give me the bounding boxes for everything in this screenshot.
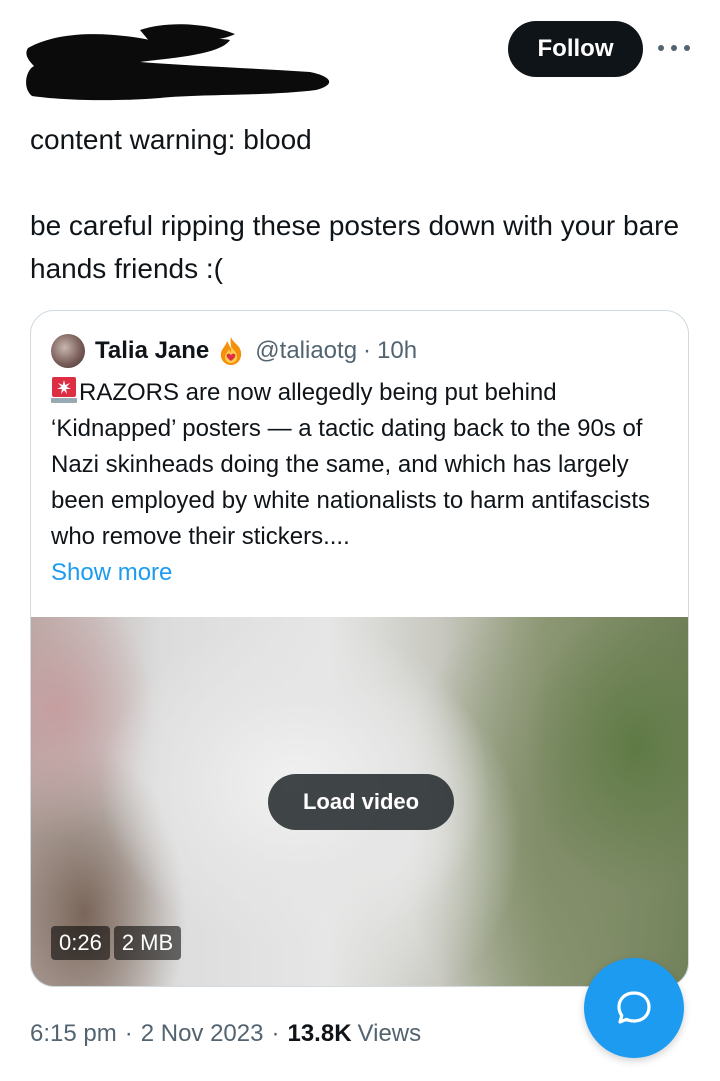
siren-icon xyxy=(51,377,77,403)
video-size-badge: 2 MB xyxy=(113,926,182,960)
views-count: 13.8K xyxy=(287,1020,352,1047)
redacted-name-scribble xyxy=(26,24,330,101)
separator-dot: · xyxy=(271,1020,280,1047)
post-text-line: content warning: blood xyxy=(30,124,312,155)
avatar[interactable] xyxy=(51,334,85,368)
quoted-author-handle[interactable]: @taliaotg xyxy=(255,337,357,365)
post-meta: 6:15 pm · 2 Nov 2023 · 13.8K Views xyxy=(30,1014,421,1054)
media-badges: 0:26 2 MB xyxy=(51,926,182,960)
compose-message-button[interactable] xyxy=(584,958,684,1058)
video-duration-badge: 0:26 xyxy=(51,926,110,960)
more-options-icon[interactable] xyxy=(654,34,694,62)
follow-button[interactable]: Follow xyxy=(508,21,643,77)
post-time[interactable]: 6:15 pm xyxy=(30,1020,117,1048)
quoted-post-text: RAZORS are now allegedly being put behin… xyxy=(51,375,676,555)
views-label: Views xyxy=(357,1020,422,1047)
quoted-post-time[interactable]: 10h xyxy=(377,337,417,365)
video-thumbnail[interactable]: Load video 0:26 2 MB xyxy=(31,617,688,986)
quoted-post-header: Talia Jane @taliaotg · 10h xyxy=(51,333,417,369)
load-video-button[interactable]: Load video xyxy=(268,774,454,830)
post-text: content warning: blood be careful rippin… xyxy=(30,118,700,290)
quoted-post-text-content: RAZORS are now allegedly being put behin… xyxy=(51,379,650,550)
show-more-link[interactable]: Show more xyxy=(51,555,676,591)
post-text-line: be careful ripping these posters down wi… xyxy=(30,210,680,284)
post-date[interactable]: 2 Nov 2023 xyxy=(141,1020,264,1048)
separator-dot: · xyxy=(124,1020,133,1047)
flame-heart-icon xyxy=(221,337,242,365)
chat-bubble-icon xyxy=(617,991,651,1024)
quoted-post-card[interactable]: Talia Jane @taliaotg · 10h RAZORS are no… xyxy=(30,310,689,987)
quoted-author-name[interactable]: Talia Jane xyxy=(95,337,209,365)
separator-dot: · xyxy=(363,337,372,364)
quoted-post-body: RAZORS are now allegedly being put behin… xyxy=(51,375,676,591)
